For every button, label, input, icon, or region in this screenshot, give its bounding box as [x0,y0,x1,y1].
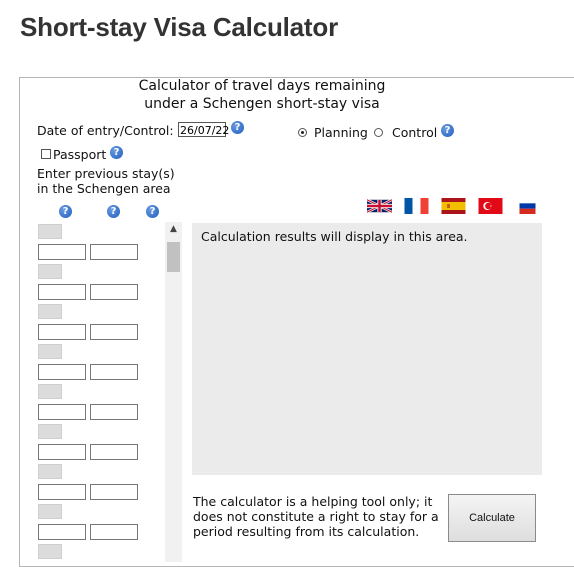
stay-start-input[interactable] [38,244,86,260]
passport-checkbox[interactable] [41,149,51,159]
stay-end-input[interactable] [90,484,138,500]
passport-label: Passport [53,147,107,162]
stay-toggle-button[interactable] [38,344,62,359]
help-icon[interactable]: ? [59,205,72,218]
stay-toggle-button[interactable] [38,264,62,279]
stays-scrollbar[interactable]: ▲ [165,222,182,562]
stay-toggle-button[interactable] [38,504,62,519]
calculate-button-label: Calculate [469,512,515,524]
help-icon[interactable]: ? [231,121,244,134]
scroll-up-arrow-icon[interactable]: ▲ [165,222,182,236]
help-icon[interactable]: ? [110,146,123,159]
planning-radio[interactable] [298,128,307,137]
scroll-thumb[interactable] [167,242,180,272]
stay-start-input[interactable] [38,444,86,460]
previous-stays-label-1: Enter previous stay(s) [37,166,175,181]
spanish-flag-icon[interactable] [441,198,466,214]
results-placeholder: Calculation results will display in this… [201,229,468,244]
heading-line-1: Calculator of travel days remaining [138,78,386,94]
help-icon[interactable]: ? [146,205,159,218]
stay-end-input[interactable] [90,324,138,340]
russian-flag-icon[interactable] [515,198,540,214]
calculate-button[interactable]: Calculate [448,494,536,542]
stay-start-input[interactable] [38,364,86,380]
stay-end-input[interactable] [90,524,138,540]
stay-end-input[interactable] [90,404,138,420]
stay-toggle-button[interactable] [38,544,62,559]
stay-toggle-button[interactable] [38,464,62,479]
disclaimer-text: The calculator is a helping tool only; i… [193,494,439,539]
turkish-flag-icon[interactable] [478,198,503,214]
stay-toggle-button[interactable] [38,304,62,319]
stay-start-input[interactable] [38,484,86,500]
stay-start-input[interactable] [38,404,86,420]
results-area: Calculation results will display in this… [192,223,542,475]
heading-line-2: under a Schengen short-stay visa [144,96,380,112]
stay-toggle-button[interactable] [38,424,62,439]
help-icon[interactable]: ? [441,124,454,137]
stay-end-input[interactable] [90,364,138,380]
calculator-heading: Calculator of travel days remaining unde… [20,77,504,113]
stay-start-input[interactable] [38,524,86,540]
stay-end-input[interactable] [90,244,138,260]
stay-end-input[interactable] [90,444,138,460]
calculator-panel: Calculator of travel days remaining unde… [19,77,574,567]
stay-start-input[interactable] [38,324,86,340]
previous-stays-label-2: in the Schengen area [37,181,171,196]
stay-toggle-button[interactable] [38,224,62,239]
planning-label: Planning [314,125,368,140]
entry-date-label: Date of entry/Control: [37,123,174,138]
stay-end-input[interactable] [90,284,138,300]
stay-toggle-button[interactable] [38,384,62,399]
control-label: Control [392,125,438,140]
entry-date-input[interactable]: 26/07/22 [178,122,229,137]
stay-start-input[interactable] [38,284,86,300]
help-icon[interactable]: ? [107,205,120,218]
page-title: Short-stay Visa Calculator [20,12,338,42]
french-flag-icon[interactable] [404,198,429,214]
english-flag-icon[interactable] [367,198,392,214]
control-radio[interactable] [374,128,383,137]
